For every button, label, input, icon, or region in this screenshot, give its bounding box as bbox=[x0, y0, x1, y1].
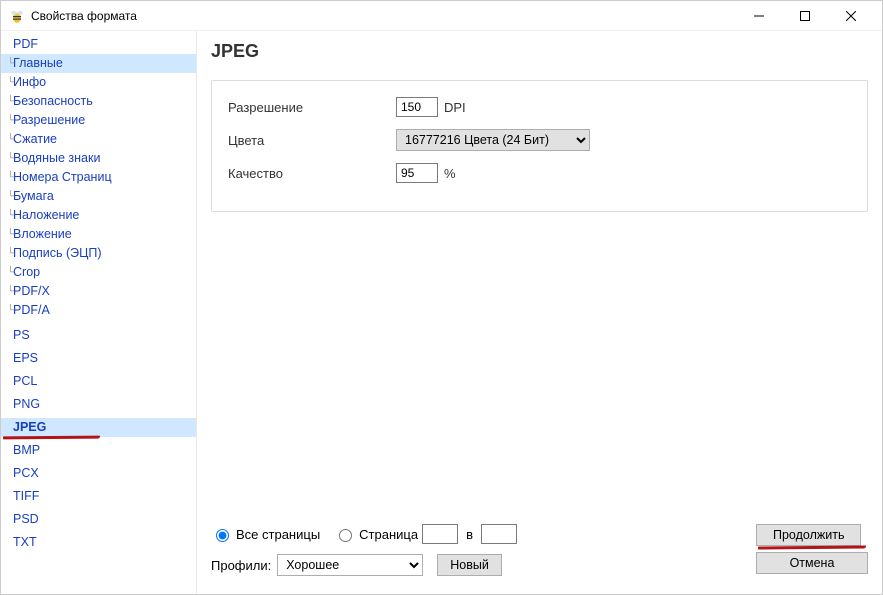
tree-node-jpeg[interactable]: JPEG bbox=[1, 418, 196, 437]
continue-button[interactable]: Продолжить bbox=[756, 524, 861, 546]
tree-node-pdf-signature[interactable]: Подпись (ЭЦП) bbox=[1, 244, 196, 263]
tree-node-pdf-resolution[interactable]: Разрешение bbox=[1, 111, 196, 130]
quality-row: Качество % bbox=[228, 163, 851, 183]
tree-node-psd[interactable]: PSD bbox=[1, 510, 196, 529]
annotation-underline-icon bbox=[758, 545, 866, 549]
tree-node-pdf-compression[interactable]: Сжатие bbox=[1, 130, 196, 149]
footer: Все страницы Страница в bbox=[211, 524, 868, 586]
tree-node-jpeg-label: JPEG bbox=[13, 420, 46, 434]
page-heading: JPEG bbox=[211, 41, 868, 62]
format-tree: PDF Главные Инфо Безопасность Разрешение… bbox=[1, 35, 196, 552]
window: Свойства формата PDF Главные Инфо Безопа… bbox=[0, 0, 883, 595]
tree-node-pdf-main[interactable]: Главные bbox=[1, 54, 196, 73]
radio-all-pages[interactable]: Все страницы bbox=[211, 526, 320, 542]
colors-label: Цвета bbox=[228, 133, 396, 148]
tree-node-pdf-crop[interactable]: Crop bbox=[1, 263, 196, 282]
tree-node-pdf[interactable]: PDF bbox=[1, 35, 196, 54]
tree-node-tiff[interactable]: TIFF bbox=[1, 487, 196, 506]
titlebar: Свойства формата bbox=[1, 1, 882, 31]
tree-node-pdf-attachment[interactable]: Вложение bbox=[1, 225, 196, 244]
tree-node-pdf-overlay[interactable]: Наложение bbox=[1, 206, 196, 225]
radio-all-pages-input[interactable] bbox=[216, 529, 229, 542]
profiles-row: Профили: Хорошее Новый bbox=[211, 554, 756, 576]
tree-node-txt[interactable]: TXT bbox=[1, 533, 196, 552]
radio-page-range-label: Страница bbox=[359, 527, 418, 542]
profiles-select[interactable]: Хорошее bbox=[277, 554, 423, 576]
radio-page-range-input[interactable] bbox=[339, 529, 352, 542]
quality-suffix: % bbox=[444, 166, 456, 181]
tree-node-png[interactable]: PNG bbox=[1, 395, 196, 414]
resolution-input[interactable] bbox=[396, 97, 438, 117]
page-range-separator: в bbox=[466, 527, 473, 542]
page-from-input[interactable] bbox=[422, 524, 458, 544]
tree-node-pdf-pdfx[interactable]: PDF/X bbox=[1, 282, 196, 301]
pages-row: Все страницы Страница в bbox=[211, 524, 756, 544]
continue-wrap: Продолжить bbox=[756, 524, 868, 546]
settings-box: Разрешение DPI Цвета 16777216 Цвета (24 … bbox=[211, 80, 868, 212]
tree-node-pcl[interactable]: PCL bbox=[1, 372, 196, 391]
window-title: Свойства формата bbox=[31, 9, 736, 23]
tree-node-pdf-pagenums[interactable]: Номера Страниц bbox=[1, 168, 196, 187]
tree-node-ps[interactable]: PS bbox=[1, 326, 196, 345]
resolution-suffix: DPI bbox=[444, 100, 466, 115]
body: PDF Главные Инфо Безопасность Разрешение… bbox=[1, 31, 882, 594]
tree-node-eps[interactable]: EPS bbox=[1, 349, 196, 368]
resolution-label: Разрешение bbox=[228, 100, 396, 115]
profiles-label: Профили: bbox=[211, 558, 271, 573]
cancel-button[interactable]: Отмена bbox=[756, 552, 868, 574]
pages-radio-group: Все страницы Страница в bbox=[211, 524, 517, 544]
close-button[interactable] bbox=[828, 1, 874, 31]
minimize-button[interactable] bbox=[736, 1, 782, 31]
resolution-row: Разрешение DPI bbox=[228, 97, 851, 117]
new-profile-button[interactable]: Новый bbox=[437, 554, 502, 576]
tree-node-pdf-paper[interactable]: Бумага bbox=[1, 187, 196, 206]
colors-select[interactable]: 16777216 Цвета (24 Бит) bbox=[396, 129, 590, 151]
radio-page-range[interactable]: Страница в bbox=[334, 524, 517, 544]
sidebar: PDF Главные Инфо Безопасность Разрешение… bbox=[1, 31, 197, 594]
tree-node-pdf-pdfa[interactable]: PDF/A bbox=[1, 301, 196, 320]
quality-label: Качество bbox=[228, 166, 396, 181]
tree-node-bmp[interactable]: BMP bbox=[1, 441, 196, 460]
maximize-button[interactable] bbox=[782, 1, 828, 31]
tree-node-pcx[interactable]: PCX bbox=[1, 464, 196, 483]
window-controls bbox=[736, 1, 874, 31]
tree-node-pdf-watermarks[interactable]: Водяные знаки bbox=[1, 149, 196, 168]
app-icon bbox=[9, 8, 25, 24]
spacer bbox=[211, 212, 868, 516]
colors-row: Цвета 16777216 Цвета (24 Бит) bbox=[228, 129, 851, 151]
radio-all-pages-label: Все страницы bbox=[236, 527, 320, 542]
main-panel: JPEG Разрешение DPI Цвета 16777216 Цвета… bbox=[197, 31, 882, 594]
tree-node-pdf-security[interactable]: Безопасность bbox=[1, 92, 196, 111]
annotation-underline-icon bbox=[3, 436, 100, 440]
quality-input[interactable] bbox=[396, 163, 438, 183]
page-to-input[interactable] bbox=[481, 524, 517, 544]
tree-node-pdf-info[interactable]: Инфо bbox=[1, 73, 196, 92]
